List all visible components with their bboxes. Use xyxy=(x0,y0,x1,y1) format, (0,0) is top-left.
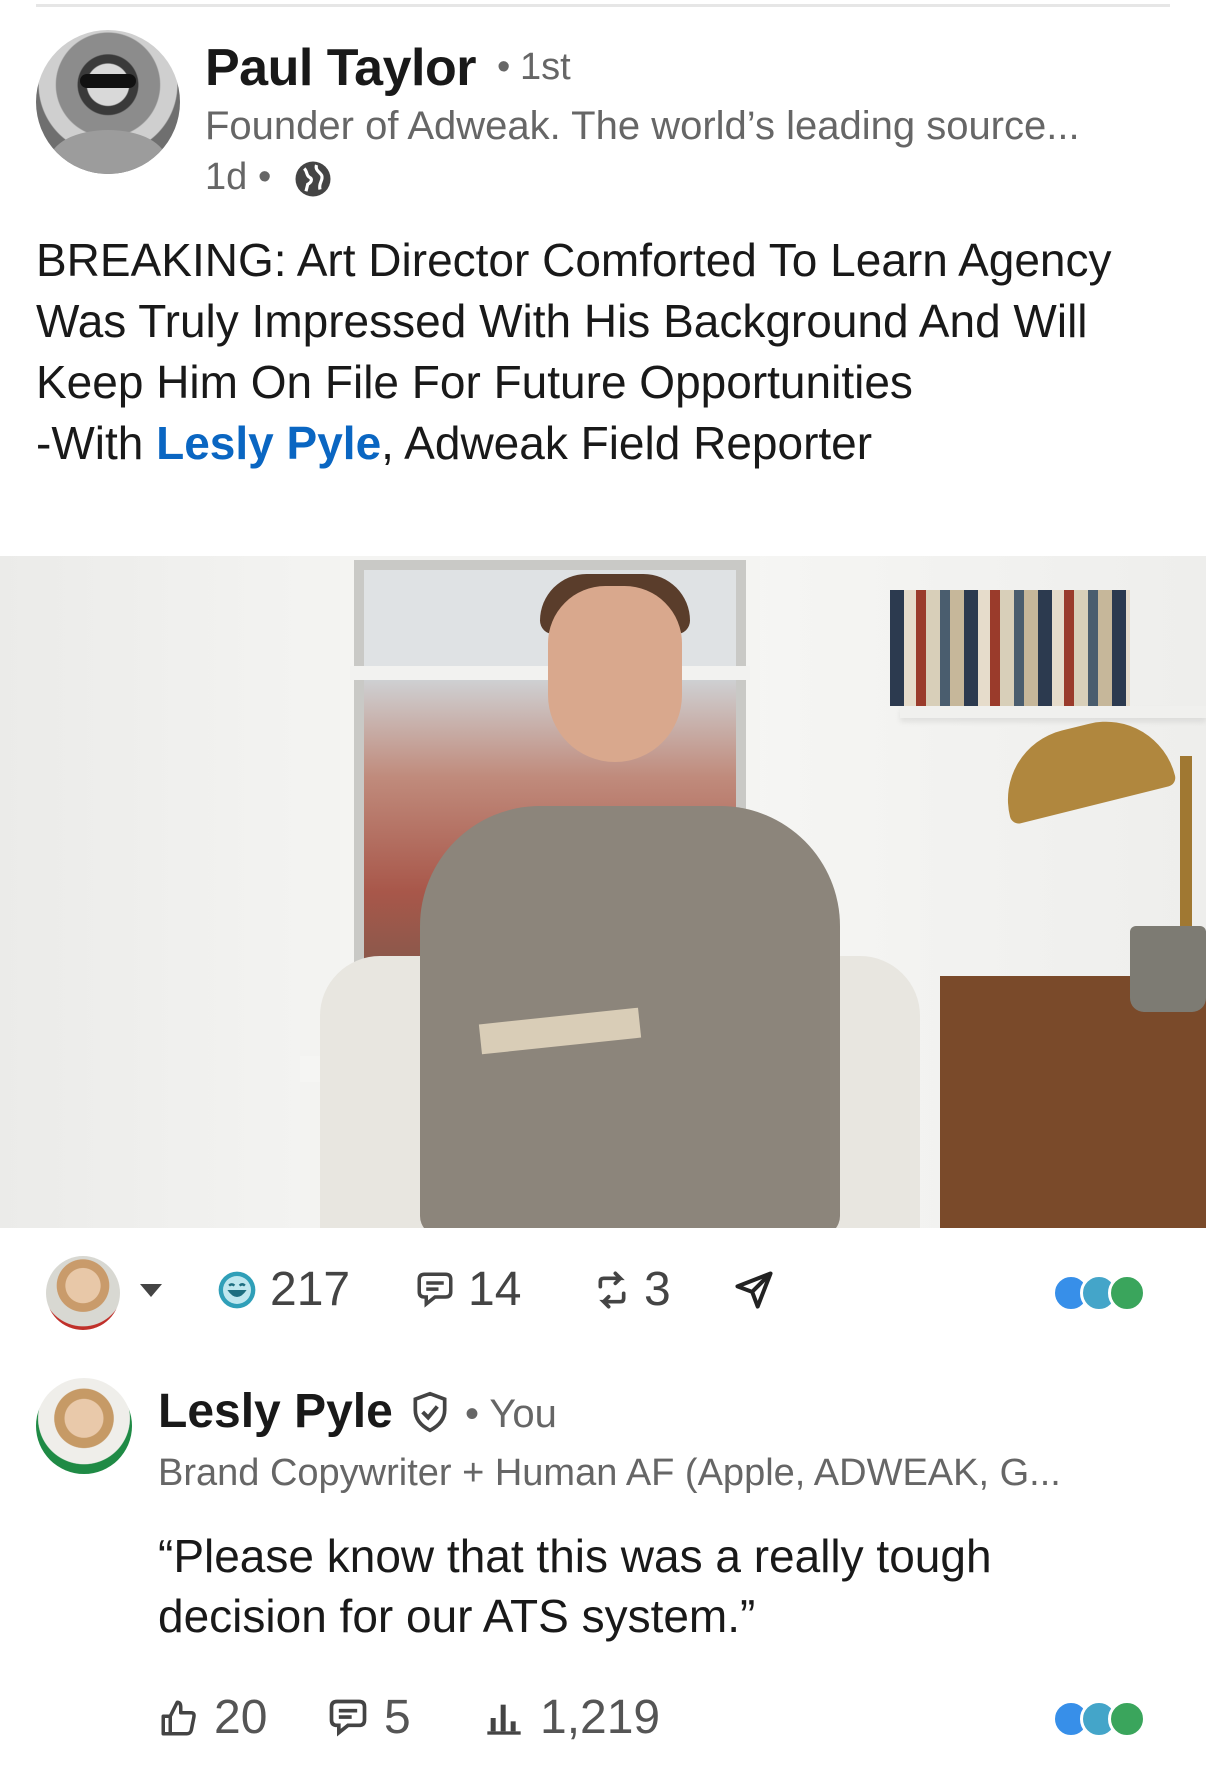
chevron-down-icon[interactable] xyxy=(140,1284,162,1297)
reaction-button[interactable]: 217 xyxy=(216,1262,350,1317)
comment-like-button[interactable]: 20 xyxy=(158,1690,267,1745)
reaction-summary[interactable] xyxy=(1052,1274,1146,1312)
comment-icon xyxy=(417,1272,453,1308)
comment-likes-count: 20 xyxy=(214,1691,268,1744)
impressions-count: 1,219 xyxy=(540,1691,661,1744)
reactions-count: 217 xyxy=(270,1263,351,1316)
support-icon xyxy=(1108,1274,1146,1312)
repost-icon xyxy=(598,1271,626,1308)
comment-reaction-summary[interactable] xyxy=(1052,1700,1146,1738)
comment-text: “Please know that this was a really toug… xyxy=(158,1530,992,1642)
thumbs-up-icon xyxy=(161,1700,196,1735)
post-byline: -With Lesly Pyle, Adweak Field Reporter xyxy=(36,413,1176,474)
funny-icon xyxy=(218,1271,256,1308)
verified-icon xyxy=(413,1391,447,1433)
divider xyxy=(36,4,1170,7)
commenter-name[interactable]: Lesly Pyle xyxy=(158,1384,393,1439)
comment-button[interactable]: 14 xyxy=(414,1262,521,1317)
author-name[interactable]: Paul Taylor xyxy=(205,38,476,98)
post-image[interactable] xyxy=(0,556,1206,1228)
author-headline: Founder of Adweak. The world’s leading s… xyxy=(205,104,1080,148)
support-icon xyxy=(1108,1700,1146,1738)
you-label: • You xyxy=(465,1392,557,1436)
author-avatar[interactable] xyxy=(36,30,180,174)
analytics-icon xyxy=(487,1704,521,1735)
post-body: BREAKING: Art Director Comforted To Lear… xyxy=(36,234,1112,408)
mention-link[interactable]: Lesly Pyle xyxy=(156,417,381,469)
post-time: 1d xyxy=(205,156,248,198)
comments-count: 14 xyxy=(468,1263,522,1316)
with-prefix: -With xyxy=(36,417,157,469)
separator-dot: • xyxy=(497,46,511,88)
commenter-avatar[interactable] xyxy=(36,1378,132,1474)
reacting-as-avatar[interactable] xyxy=(46,1256,120,1330)
comment-replies-count: 5 xyxy=(384,1691,411,1744)
separator-dot: • xyxy=(258,156,272,198)
comment-icon xyxy=(329,1699,367,1736)
commenter-headline: Brand Copywriter + Human AF (Apple, ADWE… xyxy=(158,1452,1061,1494)
globe-icon xyxy=(295,161,331,197)
post-text: BREAKING: Art Director Comforted To Lear… xyxy=(36,230,1176,474)
impressions-button[interactable]: 1,219 xyxy=(482,1690,660,1745)
byline-suffix: , Adweak Field Reporter xyxy=(381,417,873,469)
send-icon[interactable] xyxy=(732,1268,776,1312)
connection-degree: 1st xyxy=(520,46,571,88)
comment-reply-button[interactable]: 5 xyxy=(326,1690,411,1745)
repost-button[interactable]: 3 xyxy=(592,1262,671,1317)
reposts-count: 3 xyxy=(644,1263,671,1316)
